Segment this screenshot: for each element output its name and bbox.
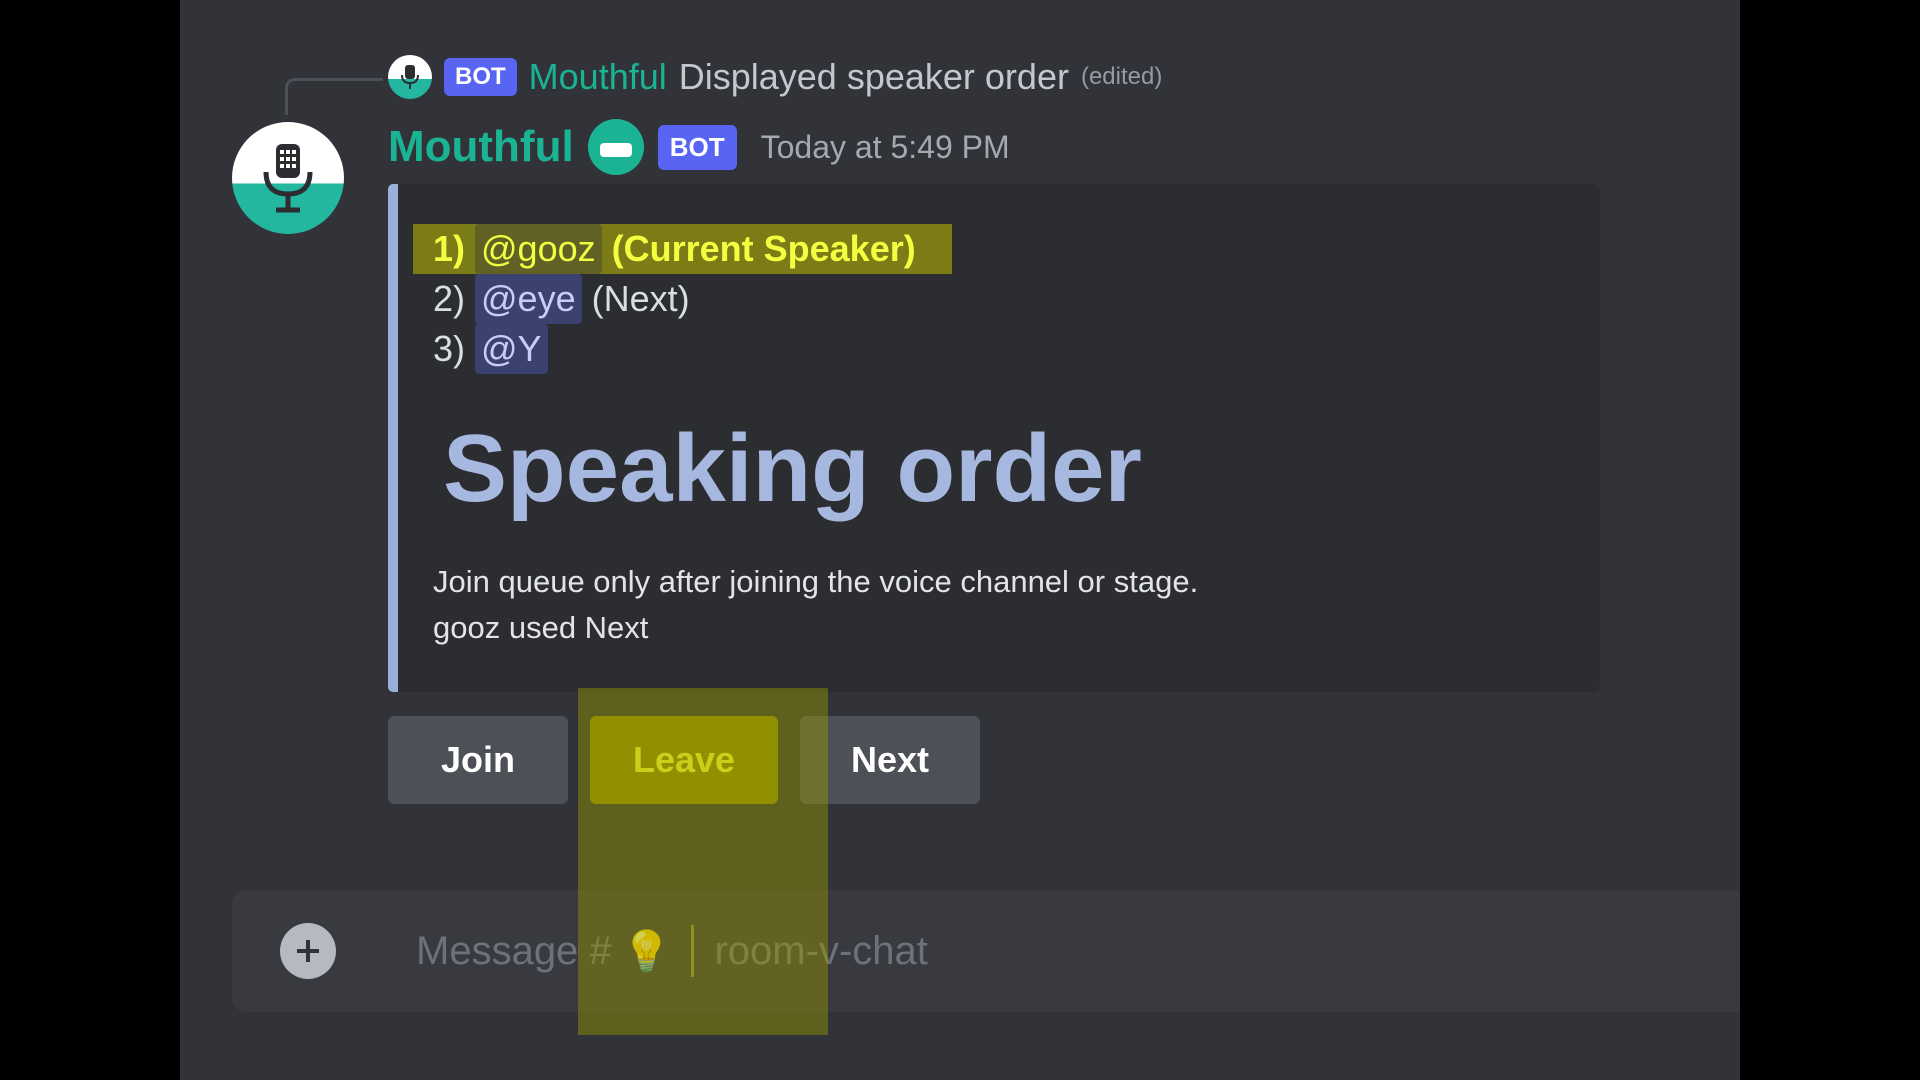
message-input[interactable]: Message # 💡 room-v-chat xyxy=(416,925,928,977)
embed-accent-bar xyxy=(388,184,398,692)
embed-description: Join queue only after joining the voice … xyxy=(433,559,1198,651)
next-button[interactable]: Next xyxy=(800,716,980,804)
queue-number: 2) xyxy=(433,278,466,319)
reply-preview[interactable]: BOT Mouthful Displayed speaker order (ed… xyxy=(388,52,1162,102)
microphone-icon xyxy=(401,65,419,89)
microphone-icon xyxy=(263,144,313,213)
description-line: gooz used Next xyxy=(433,610,649,645)
plus-icon xyxy=(297,940,319,962)
join-button[interactable]: Join xyxy=(388,716,568,804)
embed-title: Speaking order xyxy=(443,415,1142,522)
role-icon xyxy=(587,119,644,175)
edited-label: (edited) xyxy=(1080,63,1163,90)
message-composer[interactable]: Message # 💡 room-v-chat xyxy=(232,890,1740,1012)
user-mention[interactable]: @eye xyxy=(475,274,582,324)
bot-tag: BOT xyxy=(657,124,737,170)
message-header: Mouthful BOT Today at 5:49 PM xyxy=(388,115,1010,179)
lightbulb-icon: 💡 xyxy=(621,929,672,974)
author-avatar[interactable] xyxy=(232,122,344,234)
queue-note: (Current Speaker) xyxy=(611,228,916,269)
user-mention[interactable]: @Y xyxy=(475,324,548,374)
speaking-order-embed: 1) @gooz (Current Speaker) 2) @eye (Next… xyxy=(388,184,1600,692)
queue-item: 3) @Y xyxy=(433,324,952,374)
message-timestamp: Today at 5:49 PM xyxy=(760,128,1010,165)
queue-number: 1) xyxy=(433,228,466,269)
user-mention[interactable]: @gooz xyxy=(475,224,602,274)
channel-name: room-v-chat xyxy=(714,928,928,973)
message-author[interactable]: Mouthful xyxy=(388,122,574,172)
reply-bot-tag: BOT xyxy=(444,58,517,96)
channel-divider xyxy=(691,925,695,977)
queue-item-next: 2) @eye (Next) xyxy=(433,274,952,324)
reply-connector xyxy=(285,78,383,115)
reply-author[interactable]: Mouthful xyxy=(529,56,667,98)
placeholder-prefix: Message # xyxy=(416,928,612,973)
reply-avatar[interactable] xyxy=(388,55,432,99)
queue-note: (Next) xyxy=(591,278,690,319)
queue-item-current: 1) @gooz (Current Speaker) xyxy=(413,224,952,274)
description-line: Join queue only after joining the voice … xyxy=(433,564,1199,599)
add-attachment-button[interactable] xyxy=(280,923,336,979)
action-buttons: Join Leave Next xyxy=(388,716,980,804)
leave-button[interactable]: Leave xyxy=(590,716,778,804)
reply-text[interactable]: Displayed speaker order xyxy=(679,56,1069,98)
queue-number: 3) xyxy=(433,328,466,369)
speaker-queue: 1) @gooz (Current Speaker) 2) @eye (Next… xyxy=(413,224,952,374)
